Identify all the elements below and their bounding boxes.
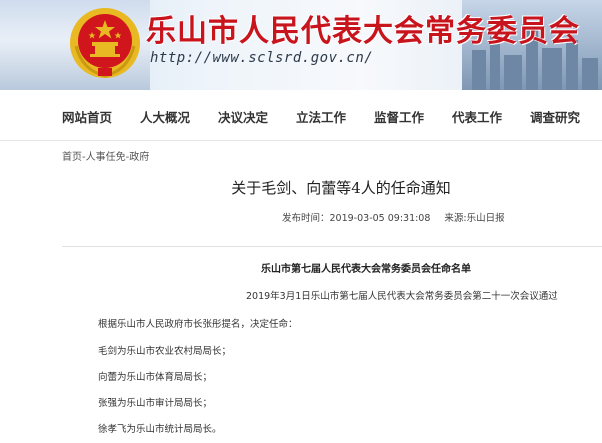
article-meta: 发布时间：2019-03-05 09:31:08 来源:乐山日报 (282, 210, 505, 224)
appointment-item: 向蕾为乐山市体育局局长； (98, 372, 213, 383)
national-emblem-icon (70, 8, 140, 78)
nav-item-resolutions[interactable]: 决议决定 (218, 107, 268, 126)
article-source: 来源:乐山日报 (444, 213, 505, 224)
breadcrumb[interactable]: 首页-人事任免-政府 (62, 148, 149, 163)
nav-item-supervision[interactable]: 监督工作 (374, 107, 424, 126)
appointment-item: 徐孝飞为乐山市统计局局长。 (98, 424, 222, 435)
article-title: 关于毛剑、向蕾等4人的任命通知 (231, 179, 451, 197)
appointment-item: 毛剑为乐山市农业农村局局长； (98, 346, 232, 357)
nomination-paragraph: 根据乐山市人民政府市长张彤提名，决定任命： (98, 319, 298, 330)
meeting-note: 2019年3月1日乐山市第七届人民代表大会常务委员会第二十一次会议通过 (246, 291, 558, 302)
publish-time: 发布时间：2019-03-05 09:31:08 (282, 213, 431, 224)
nav-item-deputies[interactable]: 代表工作 (452, 107, 502, 126)
site-banner: 乐山市人民代表大会常务委员会 http://www.sclsrd.gov.cn/ (0, 0, 602, 90)
nav-item-home[interactable]: 网站首页 (62, 107, 112, 126)
page: 乐山市人民代表大会常务委员会 http://www.sclsrd.gov.cn/… (0, 0, 602, 443)
site-title: 乐山市人民代表大会常务委员会 (146, 14, 580, 49)
main-nav: 网站首页 人大概况 决议决定 立法工作 监督工作 代表工作 调查研究 (0, 90, 602, 141)
nav-item-legislation[interactable]: 立法工作 (296, 107, 346, 126)
nav-item-overview[interactable]: 人大概况 (140, 107, 190, 126)
nav-item-research[interactable]: 调查研究 (530, 107, 580, 126)
site-url: http://www.sclsrd.gov.cn/ (150, 50, 374, 66)
list-heading: 乐山市第七届人民代表大会常务委员会任命名单 (261, 264, 471, 275)
appointment-item: 张强为乐山市审计局局长； (98, 398, 213, 409)
divider (62, 246, 602, 247)
